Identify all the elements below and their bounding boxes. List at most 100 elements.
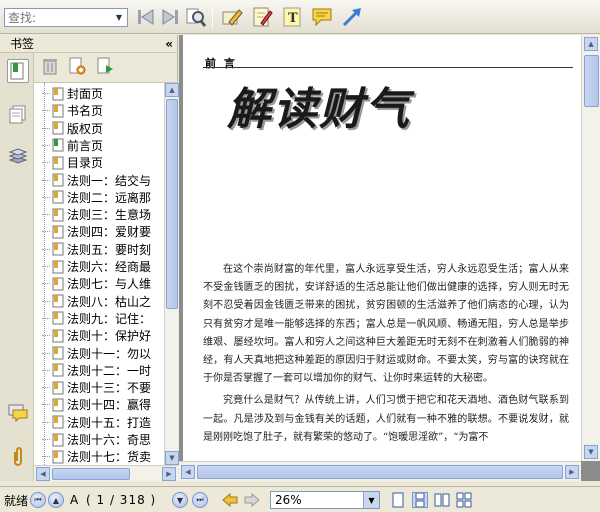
doc-scroll-right-icon[interactable]: ▶	[565, 465, 579, 479]
tab-attachments[interactable]	[7, 445, 29, 469]
bookmark-properties-button[interactable]	[96, 57, 114, 78]
bookmark-item[interactable]: 法则十六：奇思	[42, 431, 151, 448]
scroll-right-icon[interactable]: ▶	[162, 467, 176, 481]
tab-bookmarks[interactable]	[7, 59, 29, 83]
bookmark-item[interactable]: 法则十：保护好	[42, 327, 151, 344]
bookmark-page-icon	[52, 156, 64, 170]
bookmark-toolbar	[34, 53, 178, 83]
doc-hscroll-thumb[interactable]	[197, 465, 563, 479]
document-vertical-scrollbar[interactable]: ▲ ▼	[581, 35, 600, 461]
bookmark-page-icon	[52, 87, 64, 100]
doc-scroll-left-icon[interactable]: ◀	[181, 465, 195, 479]
bookmark-label: 法则十六：奇思	[67, 433, 152, 447]
bookmark-item[interactable]: 法则十一：勿以	[42, 345, 151, 362]
bookmark-item[interactable]: 前言页	[42, 137, 103, 154]
bookmark-item[interactable]: 目录页	[42, 154, 103, 171]
arrow-button[interactable]	[340, 5, 364, 29]
bookmark-item[interactable]: 法则十四：赢得	[42, 396, 151, 413]
delete-bookmark-button[interactable]	[42, 57, 58, 78]
back-button[interactable]	[134, 5, 158, 29]
forward-button[interactable]	[158, 5, 182, 29]
bookmark-item[interactable]: 法则三：生意场	[42, 206, 151, 223]
go-forward-button[interactable]	[244, 491, 260, 509]
bookmark-item[interactable]: 法则六：经商最	[42, 258, 151, 275]
trash-icon	[43, 59, 57, 75]
bookmark-page-icon	[52, 208, 64, 222]
bookmark-item[interactable]: 法则七：与人维	[42, 275, 151, 292]
bookmark-label: 法则三：生意场	[67, 208, 152, 223]
bookmark-label: 前言页	[67, 138, 104, 153]
bookmark-item[interactable]: 法则十五：打造	[42, 414, 151, 431]
bookmark-item[interactable]: 法则十七：货卖	[42, 448, 151, 465]
next-page-button[interactable]: ▼	[172, 492, 188, 508]
continuous-page-icon	[415, 492, 425, 508]
doc-scroll-thumb[interactable]	[584, 55, 599, 107]
bookmark-page-icon	[52, 311, 64, 325]
bookmark-label: 法则九：记住：	[67, 311, 152, 326]
bookmark-label: 法则十三：不要	[67, 381, 152, 396]
bookmark-item[interactable]: 法则九：记住：	[42, 310, 151, 327]
text-tool-button[interactable]: T	[280, 5, 304, 29]
bookmark-vertical-scrollbar[interactable]: ▲ ▼	[164, 83, 179, 465]
continuous-view-button[interactable]	[412, 492, 428, 508]
bookmark-item[interactable]: 法则一：结交与	[42, 172, 151, 189]
bookmark-page-icon	[52, 138, 64, 152]
bookmark-label: 封面页	[67, 87, 104, 101]
scroll-left-icon[interactable]: ◀	[36, 467, 50, 481]
first-page-button[interactable]: ⏮	[30, 492, 46, 508]
doc-scroll-up-icon[interactable]: ▲	[584, 37, 598, 51]
search-input[interactable]	[5, 9, 109, 26]
tab-thumbnails[interactable]	[7, 103, 29, 127]
scroll-down-icon[interactable]: ▼	[165, 451, 179, 465]
pages-tab-icon	[9, 105, 26, 124]
zoom-dropdown-icon[interactable]: ▼	[363, 492, 379, 508]
bookmark-panel-title: 书签	[10, 37, 35, 51]
bookmark-label: 法则十一：勿以	[67, 346, 152, 361]
search-box[interactable]: ▼	[4, 8, 128, 27]
bookmark-item[interactable]: 法则五：要时刻	[42, 241, 151, 258]
zoom-select[interactable]: 26% ▼	[270, 491, 380, 509]
bookmark-item[interactable]: 法则八：枯山之	[42, 293, 151, 310]
prev-page-button[interactable]: ▲	[48, 492, 64, 508]
highlight-button[interactable]	[220, 5, 244, 29]
new-bookmark-button[interactable]	[68, 57, 86, 78]
facing-view-button[interactable]	[434, 492, 450, 508]
single-page-view-button[interactable]	[390, 492, 406, 508]
document-viewport[interactable]: 前 言 解读财气 在这个崇尚财富的年代里，富人永远享受生活，穷人永远忍受生活；富…	[179, 35, 600, 481]
bookmark-page-icon	[52, 398, 64, 412]
tab-comments[interactable]	[7, 401, 29, 425]
bookmark-label: 法则六：经商最	[67, 260, 152, 274]
paperclip-icon	[14, 447, 22, 466]
bookmark-horizontal-scrollbar[interactable]: ◀ ▶	[34, 465, 178, 481]
bookmark-page-icon	[52, 190, 64, 204]
search-dropdown-icon[interactable]: ▼	[111, 9, 127, 26]
bookmark-item[interactable]: 法则四：爱财要	[42, 223, 151, 240]
scroll-up-icon[interactable]: ▲	[165, 83, 179, 97]
find-button[interactable]	[184, 5, 208, 29]
bookmark-item[interactable]: 法则十三：不要	[42, 379, 151, 396]
bookmark-item[interactable]: 法则二：远离那	[42, 189, 151, 206]
bookmark-item[interactable]: 版权页	[42, 120, 103, 137]
bookmark-item[interactable]: 法则十二：一时	[42, 362, 151, 379]
bookmark-label: 法则八：枯山之	[67, 294, 152, 309]
bookmark-scroll-thumb[interactable]	[166, 99, 178, 309]
bookmark-item[interactable]: 封面页	[42, 85, 103, 102]
prev-page-icon: ▲	[52, 495, 60, 505]
tab-layers[interactable]	[7, 145, 29, 169]
page-indicator[interactable]: ( 1 / 318 )	[86, 491, 156, 509]
document-horizontal-scrollbar[interactable]: ◀ ▶	[179, 461, 581, 481]
go-back-button[interactable]	[222, 491, 238, 509]
next-page-icon: ▼	[176, 495, 184, 505]
last-page-button[interactable]: ⏭	[192, 492, 208, 508]
facing-pages-icon	[434, 493, 450, 507]
bookmark-hscroll-thumb[interactable]	[52, 468, 130, 480]
comment-button[interactable]	[310, 5, 334, 29]
notepad-button[interactable]	[250, 5, 274, 29]
collapse-panel-icon[interactable]: «	[165, 37, 173, 51]
doc-scroll-down-icon[interactable]: ▼	[584, 445, 598, 459]
bookmark-tab-icon	[10, 62, 24, 80]
right-arrow-icon	[244, 493, 260, 507]
bookmark-item[interactable]: 书名页	[42, 102, 103, 119]
continuous-facing-view-button[interactable]	[456, 492, 472, 508]
layers-tab-icon	[8, 148, 28, 164]
